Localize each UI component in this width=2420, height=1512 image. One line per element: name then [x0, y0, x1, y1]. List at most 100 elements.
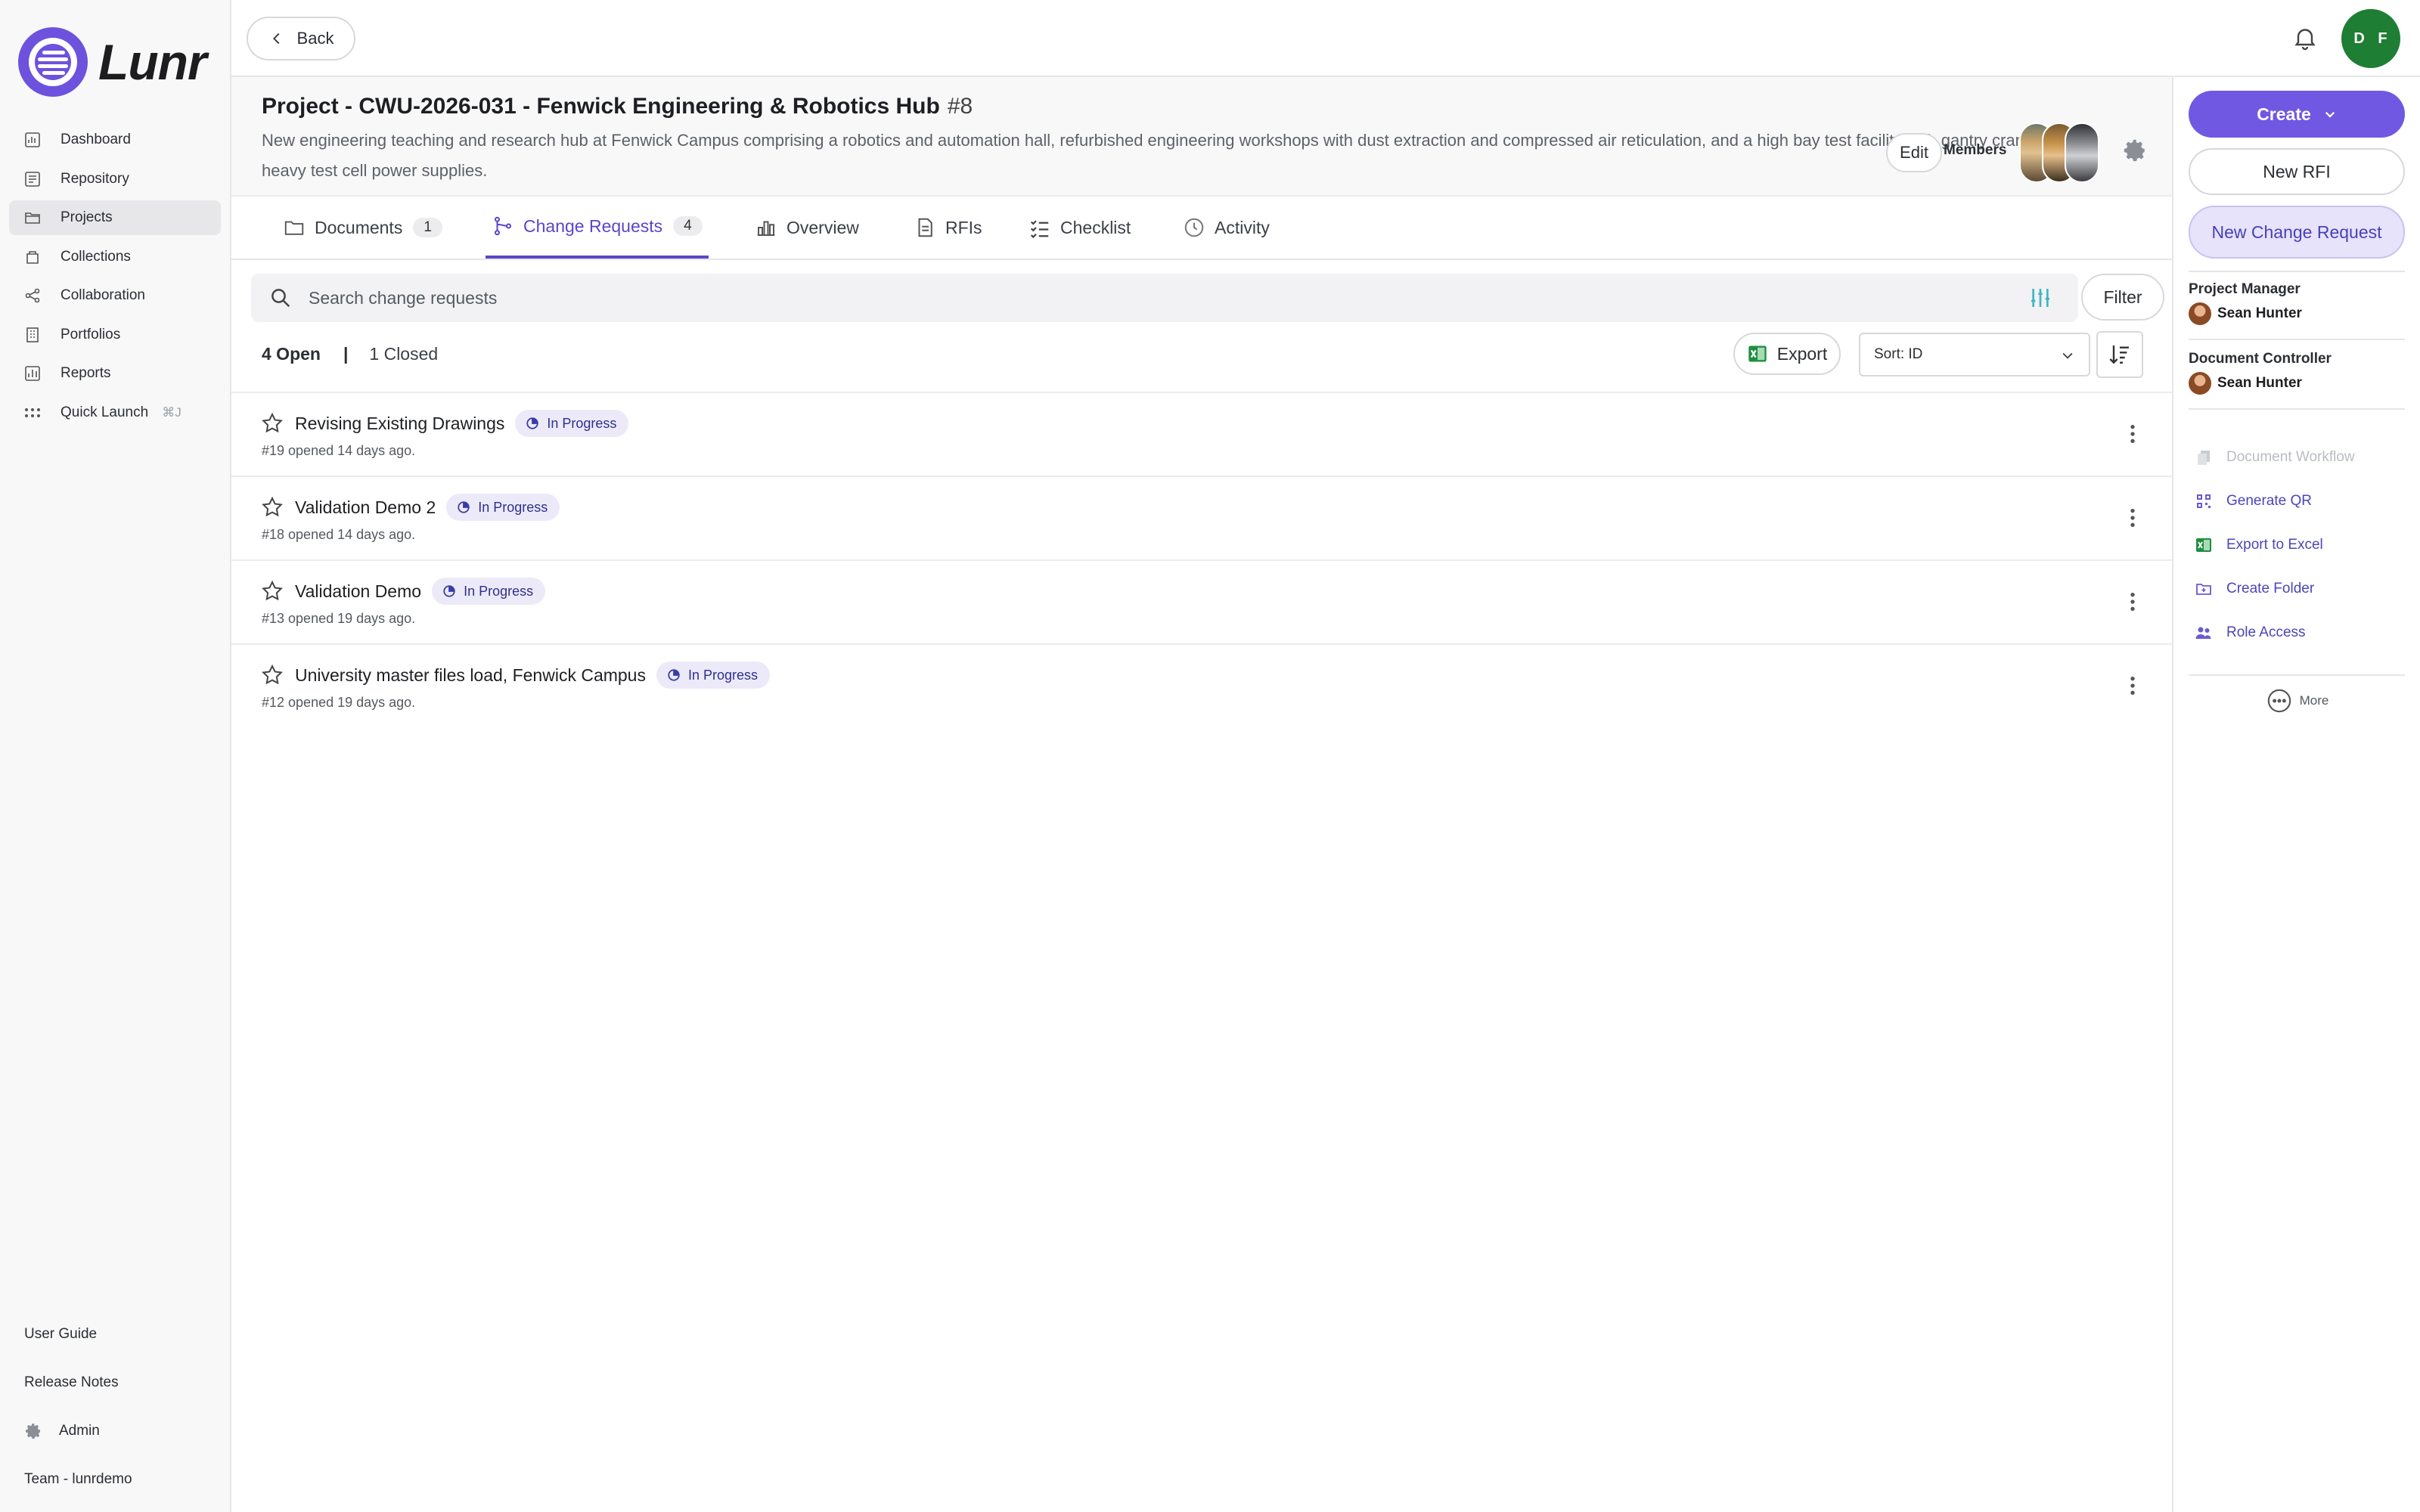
sidebar-item-collaboration[interactable]: Collaboration [9, 278, 221, 313]
sidebar-item-collections[interactable]: Collections [9, 240, 221, 274]
change-request-title-line: Validation Demo In Progress [295, 578, 546, 606]
member-avatars[interactable] [2019, 122, 2110, 183]
role-access-action[interactable]: Role Access [2195, 611, 2406, 655]
tab-rfis[interactable]: RFIs [908, 197, 988, 259]
sidebar-item-repository[interactable]: Repository [9, 162, 221, 197]
status-badge: In Progress [432, 578, 546, 605]
tab-activity[interactable]: Activity [1177, 197, 1276, 259]
sidebar-item-projects[interactable]: Projects [9, 200, 221, 235]
sidebar-item-portfolios[interactable]: Portfolios [9, 318, 221, 352]
generate-qr-action[interactable]: Generate QR [2195, 479, 2406, 523]
tab-change-requests[interactable]: Change Requests 4 [486, 197, 709, 259]
sidebar-item-label: Reports [60, 365, 111, 381]
keyboard-shortcut: ⌘J [162, 404, 182, 420]
sidebar-item-reports[interactable]: Reports [9, 356, 221, 391]
status-badge: In Progress [656, 662, 771, 689]
new-change-request-button[interactable]: New Change Request [2189, 206, 2405, 259]
collections-icon [23, 247, 42, 267]
more-horizontal-icon [2267, 689, 2291, 713]
status-summary: 4 Open | 1 Closed [262, 339, 438, 369]
back-button[interactable]: Back [247, 17, 355, 60]
list-item[interactable]: Validation Demo In Progress #13 opened 19… [231, 559, 2172, 643]
sidebar-item-dashboard[interactable]: Dashboard [9, 122, 221, 157]
project-manager[interactable]: Sean Hunter [2189, 302, 2302, 325]
star-icon[interactable] [260, 495, 284, 519]
change-request-title[interactable]: Validation Demo [295, 581, 421, 601]
open-count-tab[interactable]: 4 Open [262, 344, 321, 364]
change-request-title-line: Revising Existing Drawings In Progress [295, 410, 629, 438]
user-avatar[interactable]: D F [2341, 9, 2400, 68]
app-logo[interactable]: Lunr [18, 27, 207, 97]
project-settings-gear-icon[interactable] [2122, 138, 2148, 163]
filter-button[interactable]: Filter [2081, 274, 2164, 321]
more-vertical-icon[interactable] [2121, 588, 2145, 615]
create-button[interactable]: Create [2189, 91, 2405, 138]
status-badge: In Progress [515, 410, 629, 437]
divider [2189, 339, 2405, 340]
chevron-down-icon [2325, 111, 2335, 118]
change-request-title[interactable]: Revising Existing Drawings [295, 414, 504, 433]
member-avatar[interactable] [2065, 122, 2099, 183]
back-label: Back [296, 29, 334, 48]
new-rfi-button[interactable]: New RFI [2189, 148, 2405, 195]
admin-link[interactable]: Admin [24, 1420, 100, 1442]
clock-icon [1184, 218, 1204, 237]
user-guide-link[interactable]: User Guide [24, 1323, 97, 1346]
change-request-title[interactable]: University master files load, Fenwick Ca… [295, 665, 646, 685]
more-vertical-icon[interactable] [2121, 420, 2145, 448]
more-vertical-icon[interactable] [2121, 672, 2145, 699]
document-controller[interactable]: Sean Hunter [2189, 372, 2302, 395]
change-request-meta: #19 opened 14 days ago. [262, 443, 416, 458]
folder-plus-icon [2196, 584, 2211, 595]
sidebar-item-label: Quick Launch [60, 404, 149, 420]
members-label: Members [1944, 142, 2007, 158]
edit-project-button[interactable]: Edit [1886, 133, 1942, 172]
star-icon[interactable] [260, 411, 284, 435]
list-item[interactable]: Revising Existing Drawings In Progress #1… [231, 392, 2172, 476]
top-bar: Back D F [231, 0, 2420, 77]
sidebar-item-quick-launch[interactable]: Quick Launch ⌘J [9, 395, 221, 430]
status-badge-text: In Progress [464, 583, 534, 599]
document-controller-name: Sean Hunter [2217, 375, 2302, 391]
search-input[interactable] [309, 287, 1972, 308]
progress-icon [458, 501, 470, 513]
more-label: More [2299, 693, 2329, 708]
export-button[interactable]: Export [1733, 333, 1841, 375]
action-label: Export to Excel [2226, 537, 2323, 553]
export-to-excel-action[interactable]: Export to Excel [2195, 523, 2406, 567]
star-icon[interactable] [260, 663, 284, 687]
repository-icon [23, 169, 42, 189]
qr-icon [2197, 494, 2211, 508]
project-header: Project - CWU-2026-031 - Fenwick Enginee… [231, 77, 2172, 197]
right-panel: Create New RFI New Change Request Projec… [2172, 77, 2420, 1512]
list-item[interactable]: University master files load, Fenwick Ca… [231, 643, 2172, 727]
progress-icon [526, 417, 539, 429]
create-folder-action[interactable]: Create Folder [2195, 567, 2406, 611]
excel-icon [1748, 345, 1767, 362]
bar-chart-icon [757, 221, 775, 236]
list-item[interactable]: Validation Demo 2 In Progress #18 opened … [231, 476, 2172, 559]
search-icon [271, 289, 290, 308]
sidebar-item-label: Projects [60, 209, 113, 225]
sliders-icon[interactable] [2028, 286, 2052, 310]
bell-icon[interactable] [2291, 24, 2319, 51]
building-icon [23, 325, 42, 345]
tab-checklist[interactable]: Checklist [1022, 197, 1137, 259]
lunr-logo-icon [18, 27, 88, 97]
users-icon [2195, 627, 2211, 639]
chart-icon [23, 364, 42, 383]
release-notes-link[interactable]: Release Notes [24, 1371, 119, 1394]
branch-icon [495, 216, 511, 236]
progress-icon [443, 585, 455, 597]
star-icon[interactable] [260, 579, 284, 603]
sort-select[interactable]: Sort: ID [1859, 333, 2090, 376]
avatar [2189, 302, 2211, 325]
closed-count-tab[interactable]: 1 Closed [369, 344, 438, 364]
sort-direction-button[interactable] [2096, 331, 2143, 378]
tab-overview[interactable]: Overview [749, 197, 865, 259]
tab-documents[interactable]: Documents 1 [277, 197, 448, 259]
team-label[interactable]: Team - lunrdemo [24, 1468, 132, 1491]
change-request-title[interactable]: Validation Demo 2 [295, 497, 436, 517]
more-vertical-icon[interactable] [2121, 504, 2145, 531]
more-button[interactable]: More [2173, 688, 2420, 714]
